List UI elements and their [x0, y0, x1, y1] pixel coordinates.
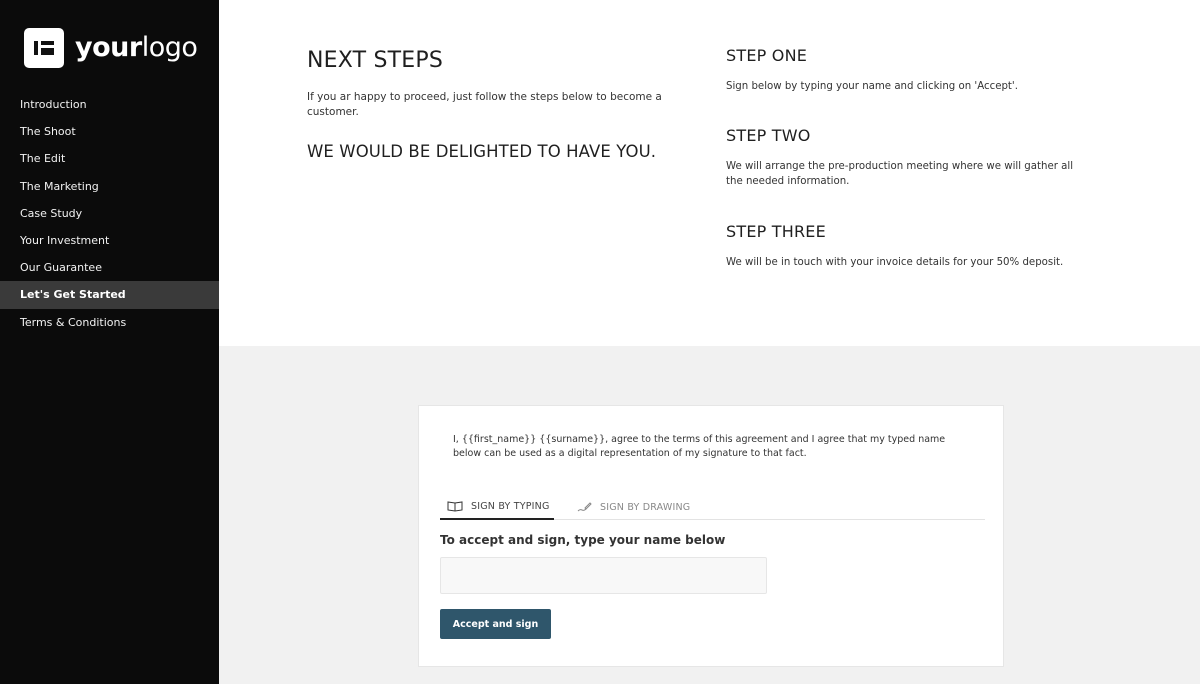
tab-sign-by-typing-label: SIGN BY TYPING	[471, 500, 550, 512]
step-two: STEP TWO We will arrange the pre-product…	[726, 126, 1086, 189]
signature-tabs: SIGN BY TYPING SIGN BY DRAWING	[440, 494, 985, 520]
sidebar-nav: Introduction The Shoot The Edit The Mark…	[0, 91, 219, 336]
sign-instruction: To accept and sign, type your name below	[440, 533, 726, 547]
step-three-title: STEP THREE	[726, 222, 826, 241]
tab-sign-by-typing[interactable]: SIGN BY TYPING	[440, 494, 554, 520]
page-title: NEXT STEPS	[307, 48, 444, 73]
step-two-text: We will arrange the pre-production meeti…	[726, 161, 1074, 187]
step-two-title: STEP TWO	[726, 126, 811, 145]
logo[interactable]: yourlogo	[24, 28, 198, 68]
pen-icon	[577, 502, 592, 512]
logo-text: yourlogo	[75, 28, 198, 68]
step-three: STEP THREE We will be in touch with your…	[726, 222, 1086, 270]
logo-mark-icon	[24, 28, 64, 68]
sidebar-item-lets-get-started[interactable]: Let's Get Started	[0, 281, 219, 309]
signature-section: I, {{first_name}} {{surname}}, agree to …	[219, 346, 1200, 684]
delighted-heading: WE WOULD BE DELIGHTED TO HAVE YOU.	[307, 142, 657, 161]
tab-sign-by-drawing[interactable]: SIGN BY DRAWING	[576, 494, 690, 520]
step-one-text: Sign below by typing your name and click…	[726, 81, 1018, 92]
sidebar: yourlogo Introduction The Shoot The Edit…	[0, 0, 219, 684]
sidebar-item-the-marketing[interactable]: The Marketing	[0, 173, 219, 200]
keyboard-icon	[447, 501, 463, 512]
sidebar-item-your-investment[interactable]: Your Investment	[0, 227, 219, 254]
signature-card: I, {{first_name}} {{surname}}, agree to …	[418, 405, 1004, 667]
step-one: STEP ONE Sign below by typing your name …	[726, 46, 1086, 94]
agreement-text: I, {{first_name}} {{surname}}, agree to …	[453, 434, 946, 459]
sidebar-item-the-edit[interactable]: The Edit	[0, 145, 219, 172]
intro-text: If you ar happy to proceed, just follow …	[307, 91, 662, 118]
logo-text-bold: your	[75, 32, 142, 63]
sidebar-item-case-study[interactable]: Case Study	[0, 200, 219, 227]
logo-text-light: logo	[141, 32, 198, 63]
step-three-text: We will be in touch with your invoice de…	[726, 257, 1064, 268]
sidebar-item-terms-conditions[interactable]: Terms & Conditions	[0, 309, 219, 336]
sidebar-item-introduction[interactable]: Introduction	[0, 91, 219, 118]
accept-and-sign-button[interactable]: Accept and sign	[440, 609, 551, 639]
next-steps-section: NEXT STEPS If you ar happy to proceed, j…	[219, 0, 1200, 346]
sidebar-item-the-shoot[interactable]: The Shoot	[0, 118, 219, 145]
sidebar-item-our-guarantee[interactable]: Our Guarantee	[0, 254, 219, 281]
step-one-title: STEP ONE	[726, 46, 808, 65]
typed-name-input[interactable]	[440, 557, 767, 594]
next-steps-intro: NEXT STEPS If you ar happy to proceed, j…	[307, 48, 667, 161]
tab-sign-by-drawing-label: SIGN BY DRAWING	[600, 501, 691, 513]
